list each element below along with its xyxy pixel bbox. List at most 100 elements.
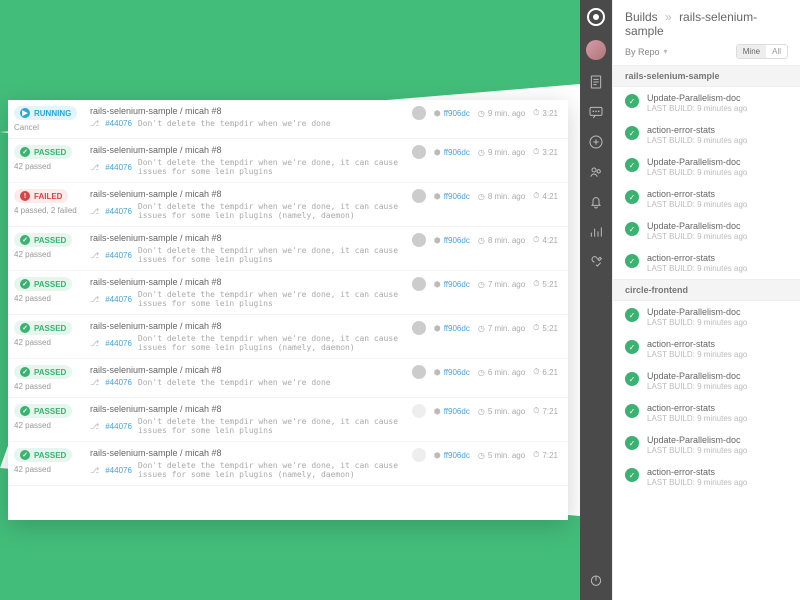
commit-id[interactable]: #44076 [105, 378, 132, 387]
build-title[interactable]: rails-selenium-sample / micah #8 [90, 106, 406, 116]
check-icon: ✓ [625, 404, 639, 418]
branch-meta: LAST BUILD: 9 minutes ago [647, 318, 747, 327]
build-row[interactable]: ✓PASSED42 passedrails-selenium-sample / … [8, 442, 568, 486]
breadcrumb-root[interactable]: Builds [625, 10, 658, 24]
commit-hash[interactable]: ff906dc [444, 451, 470, 460]
commit-id[interactable]: #44076 [105, 339, 132, 348]
commit-id[interactable]: #44076 [105, 163, 132, 172]
commit-id[interactable]: #44076 [105, 466, 132, 475]
clock-icon: ◷ [478, 236, 485, 245]
team-icon[interactable] [588, 164, 604, 180]
bell-icon[interactable] [588, 194, 604, 210]
build-duration: ⏱7:21 [533, 406, 558, 416]
build-title[interactable]: rails-selenium-sample / micah #8 [90, 448, 406, 458]
builds-panel: Builds » rails-selenium-sample By Repo ▾… [612, 0, 800, 600]
build-duration: ⏱5:21 [533, 279, 558, 289]
build-duration: ⏱3:21 [533, 108, 558, 118]
commit-hash[interactable]: ff906dc [444, 109, 470, 118]
commit-hash[interactable]: ff906dc [444, 236, 470, 245]
branch-meta: LAST BUILD: 9 minutes ago [647, 382, 747, 391]
build-title[interactable]: rails-selenium-sample / micah #8 [90, 277, 406, 287]
author-avatar [412, 189, 426, 203]
build-time: ◷7 min. ago [478, 280, 525, 289]
branch-item[interactable]: ✓action-error-statsLAST BUILD: 9 minutes… [613, 119, 800, 151]
branch-item[interactable]: ✓Update-Parallelism-docLAST BUILD: 9 min… [613, 151, 800, 183]
build-title[interactable]: rails-selenium-sample / micah #8 [90, 145, 406, 155]
branch-item[interactable]: ✓action-error-statsLAST BUILD: 9 minutes… [613, 183, 800, 215]
timer-icon: ⏱ [533, 367, 539, 377]
branch-item[interactable]: ✓action-error-statsLAST BUILD: 9 minutes… [613, 461, 800, 493]
build-duration: ⏱3:21 [533, 147, 558, 157]
build-time: ◷9 min. ago [478, 148, 525, 157]
commit-id[interactable]: #44076 [105, 207, 132, 216]
branch-item[interactable]: ✓Update-Parallelism-docLAST BUILD: 9 min… [613, 215, 800, 247]
commit-id[interactable]: #44076 [105, 251, 132, 260]
build-title[interactable]: rails-selenium-sample / micah #8 [90, 233, 406, 243]
branch-meta: LAST BUILD: 9 minutes ago [647, 136, 747, 145]
builds-list: ▶RUNNINGCancelrails-selenium-sample / mi… [8, 100, 568, 520]
build-time: ◷7 min. ago [478, 324, 525, 333]
commit-hash[interactable]: ff906dc [444, 368, 470, 377]
stats-icon[interactable] [588, 224, 604, 240]
build-row[interactable]: ✓PASSED42 passedrails-selenium-sample / … [8, 398, 568, 442]
author-avatar [412, 145, 426, 159]
branch-item[interactable]: ✓Update-Parallelism-docLAST BUILD: 9 min… [613, 301, 800, 333]
build-title[interactable]: rails-selenium-sample / micah #8 [90, 189, 406, 199]
commit-message: Don't delete the tempdir when we're done… [138, 334, 406, 352]
toggle-all[interactable]: All [766, 45, 787, 58]
commit-icon: ⬢ [434, 192, 441, 201]
commit-icon: ⬢ [434, 236, 441, 245]
repo-group-header[interactable]: rails-selenium-sample [613, 65, 800, 87]
repo-group-header[interactable]: circle-frontend [613, 279, 800, 301]
branch-icon: ⎇ [90, 119, 99, 128]
build-row[interactable]: ✓PASSED42 passedrails-selenium-sample / … [8, 139, 568, 183]
status-badge: ✓PASSED [14, 365, 72, 379]
commit-icon: ⬢ [434, 148, 441, 157]
branch-meta: LAST BUILD: 9 minutes ago [647, 232, 747, 241]
branch-meta: LAST BUILD: 9 minutes ago [647, 414, 747, 423]
branch-item[interactable]: ✓action-error-statsLAST BUILD: 9 minutes… [613, 333, 800, 365]
commit-id[interactable]: #44076 [105, 422, 132, 431]
branch-item[interactable]: ✓action-error-statsLAST BUILD: 9 minutes… [613, 247, 800, 279]
branch-icon: ⎇ [90, 422, 99, 431]
logo-icon[interactable] [587, 8, 605, 26]
status-badge: ✓PASSED [14, 321, 72, 335]
branch-icon: ⎇ [90, 207, 99, 216]
timer-icon: ⏱ [533, 235, 539, 245]
commit-hash[interactable]: ff906dc [444, 324, 470, 333]
commit-icon: ⬢ [434, 451, 441, 460]
build-row[interactable]: ✓PASSED42 passedrails-selenium-sample / … [8, 359, 568, 398]
commit-hash[interactable]: ff906dc [444, 192, 470, 201]
status-badge: !FAILED [14, 189, 68, 203]
status-subtext[interactable]: Cancel [14, 123, 84, 132]
document-icon[interactable] [588, 74, 604, 90]
build-row[interactable]: ▶RUNNINGCancelrails-selenium-sample / mi… [8, 100, 568, 139]
commit-message: Don't delete the tempdir when we're done [138, 378, 331, 387]
build-row[interactable]: ✓PASSED42 passedrails-selenium-sample / … [8, 315, 568, 359]
commit-message: Don't delete the tempdir when we're done [138, 119, 331, 128]
build-title[interactable]: rails-selenium-sample / micah #8 [90, 321, 406, 331]
status-badge: ✓PASSED [14, 277, 72, 291]
add-icon[interactable] [588, 134, 604, 150]
branch-item[interactable]: ✓action-error-statsLAST BUILD: 9 minutes… [613, 397, 800, 429]
chat-icon[interactable] [588, 104, 604, 120]
commit-hash[interactable]: ff906dc [444, 148, 470, 157]
build-title[interactable]: rails-selenium-sample / micah #8 [90, 404, 406, 414]
settings-icon[interactable] [588, 254, 604, 270]
branch-item[interactable]: ✓Update-Parallelism-docLAST BUILD: 9 min… [613, 365, 800, 397]
sort-by-repo[interactable]: By Repo ▾ [625, 47, 668, 57]
branch-item[interactable]: ✓Update-Parallelism-docLAST BUILD: 9 min… [613, 87, 800, 119]
branch-item[interactable]: ✓Update-Parallelism-docLAST BUILD: 9 min… [613, 429, 800, 461]
power-icon[interactable] [588, 572, 604, 588]
build-title[interactable]: rails-selenium-sample / micah #8 [90, 365, 406, 375]
build-row[interactable]: !FAILED4 passed, 2 failedrails-selenium-… [8, 183, 568, 227]
build-time: ◷5 min. ago [478, 451, 525, 460]
build-row[interactable]: ✓PASSED42 passedrails-selenium-sample / … [8, 271, 568, 315]
commit-id[interactable]: #44076 [105, 119, 132, 128]
commit-hash[interactable]: ff906dc [444, 407, 470, 416]
build-row[interactable]: ✓PASSED42 passedrails-selenium-sample / … [8, 227, 568, 271]
commit-hash[interactable]: ff906dc [444, 280, 470, 289]
commit-id[interactable]: #44076 [105, 295, 132, 304]
user-avatar[interactable] [586, 40, 606, 60]
toggle-mine[interactable]: Mine [737, 45, 766, 58]
